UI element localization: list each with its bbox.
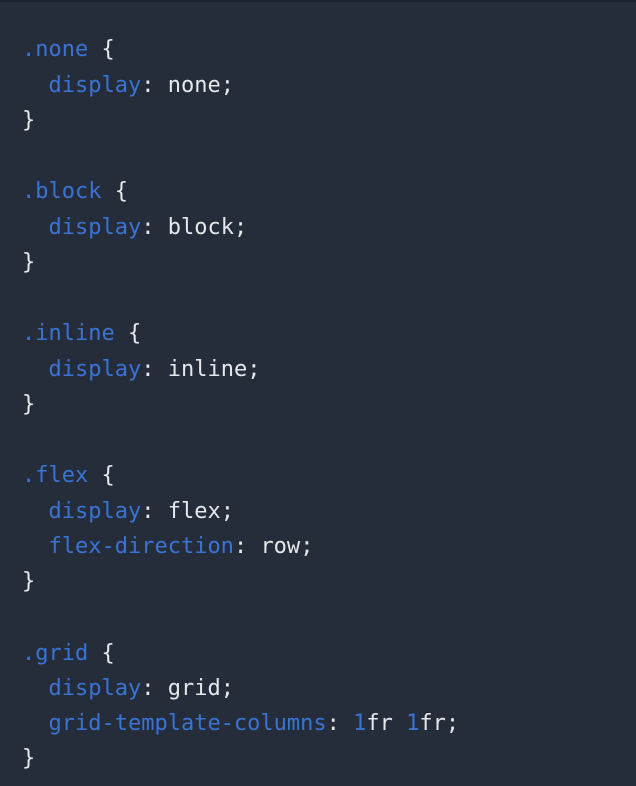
- open-brace: {: [114, 321, 142, 346]
- declaration: display: block;: [22, 213, 248, 243]
- property: grid-template-columns: [48, 711, 327, 736]
- value: flex: [167, 499, 221, 524]
- value: grid: [167, 676, 221, 701]
- selector: .none: [22, 37, 89, 62]
- selector: .flex: [22, 463, 89, 488]
- rule-inline-header: .inline {: [22, 319, 141, 349]
- colon: :: [326, 711, 354, 736]
- value: inline: [167, 357, 248, 382]
- property: display: [48, 73, 142, 98]
- colon: :: [141, 676, 168, 701]
- property: display: [48, 215, 142, 240]
- declaration: display: flex;: [22, 497, 234, 527]
- open-brace: {: [88, 641, 115, 666]
- semicolon: ;: [220, 73, 234, 98]
- semicolon: ;: [220, 676, 234, 701]
- unit: fr: [419, 711, 446, 736]
- code-block: .none { display: none; } .block { displa…: [0, 0, 636, 786]
- property: display: [48, 499, 142, 524]
- colon: :: [141, 73, 168, 98]
- semicolon: ;: [247, 357, 261, 382]
- property: flex-direction: [48, 534, 234, 559]
- colon: :: [141, 215, 168, 240]
- declaration: display: none;: [22, 71, 234, 101]
- rule-block-header: .block {: [22, 177, 128, 207]
- open-brace: {: [101, 179, 128, 204]
- number: 1: [353, 711, 367, 736]
- declaration: flex-direction: row;: [22, 532, 314, 562]
- colon: :: [141, 499, 168, 524]
- rule-flex-header: .flex {: [22, 461, 115, 491]
- rule-grid-header: .grid {: [22, 639, 115, 669]
- open-brace: {: [88, 463, 115, 488]
- close-brace: }: [22, 108, 36, 133]
- selector: .grid: [22, 641, 89, 666]
- semicolon: ;: [445, 711, 460, 736]
- open-brace: {: [88, 37, 115, 62]
- unit: fr: [366, 711, 407, 736]
- close-brace: }: [22, 569, 36, 594]
- close-brace: }: [22, 392, 36, 417]
- declaration: display: grid;: [22, 674, 234, 704]
- colon: :: [233, 534, 261, 559]
- declaration: display: inline;: [22, 355, 261, 385]
- colon: :: [141, 357, 168, 382]
- semicolon: ;: [220, 499, 234, 524]
- value: row: [260, 534, 301, 559]
- property: display: [48, 357, 142, 382]
- number: 1: [406, 711, 420, 736]
- value: block: [167, 215, 234, 240]
- property: display: [48, 676, 142, 701]
- semicolon: ;: [300, 534, 314, 559]
- selector: .inline: [22, 321, 115, 346]
- value: none: [167, 73, 221, 98]
- close-brace: }: [22, 250, 36, 275]
- close-brace: }: [22, 746, 36, 771]
- rule-none-header: .none {: [22, 35, 115, 65]
- selector: .block: [22, 179, 102, 204]
- semicolon: ;: [233, 215, 248, 240]
- declaration: grid-template-columns: 1fr 1fr;: [22, 709, 460, 739]
